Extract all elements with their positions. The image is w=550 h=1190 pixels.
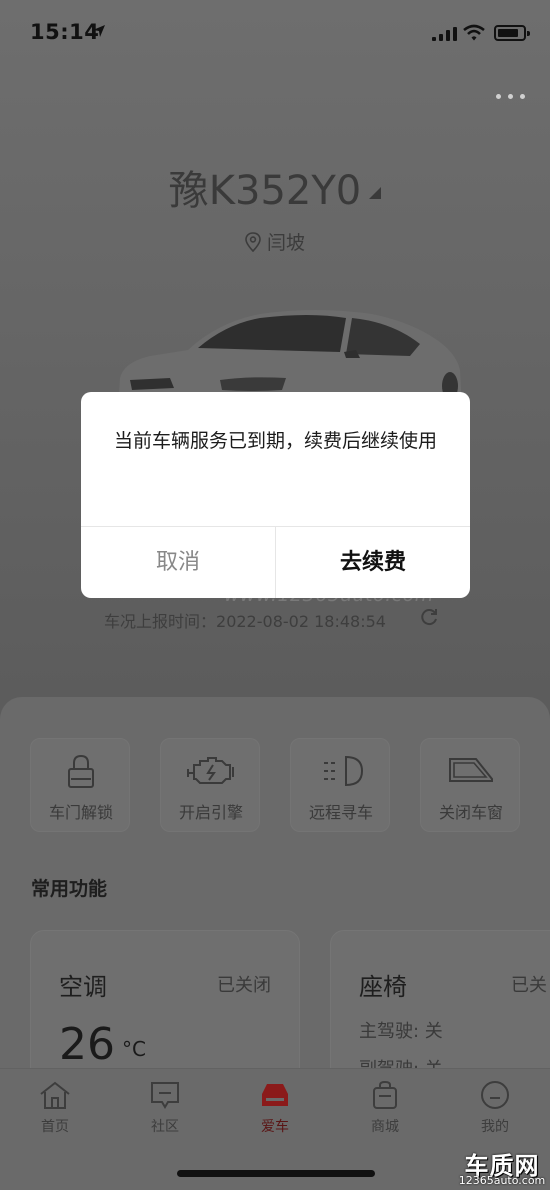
shop-bag-icon: [373, 1080, 397, 1109]
report-time-row: 车况上报时间：2022-08-02 18:48:54: [104, 608, 386, 632]
lock-icon: [68, 754, 94, 788]
start-engine-label: 开启引擎: [178, 803, 243, 822]
more-options-icon[interactable]: [496, 94, 526, 102]
unlock-doors-label: 车门解锁: [48, 803, 113, 822]
status-bar: 15:14: [0, 0, 550, 70]
tab-home[interactable]: 首页: [15, 1078, 95, 1136]
tab-shop[interactable]: 商城: [345, 1078, 425, 1136]
ac-title: 空调: [59, 973, 107, 1001]
brand-watermark-url: 12365auto.com: [458, 1174, 546, 1187]
vehicle-location: 闫坡: [0, 228, 550, 255]
tab-community-label: 社区: [151, 1119, 179, 1135]
window-icon: [449, 758, 493, 782]
tab-my-car-label: 爱车: [261, 1119, 289, 1135]
temperature-unit: °C: [122, 1037, 146, 1061]
renew-button[interactable]: 去续费: [276, 527, 470, 598]
brand-watermark: 车质网 12365auto.com: [454, 1146, 550, 1190]
seat-title: 座椅: [359, 973, 407, 1001]
community-icon: [151, 1082, 179, 1109]
common-functions-title: 常用功能: [31, 878, 108, 900]
status-time: 15:14: [30, 20, 100, 44]
cancel-button[interactable]: 取消: [81, 527, 275, 598]
tab-home-label: 首页: [41, 1119, 69, 1135]
engine-icon: [187, 757, 234, 784]
report-time: 2022-08-02 18:48:54: [216, 612, 386, 631]
dialog-message: 当前车辆服务已到期，续费后继续使用: [113, 430, 437, 452]
ac-temperature: 26: [59, 1019, 115, 1070]
license-plate-selector[interactable]: 豫K352Y0: [0, 158, 550, 216]
tab-profile[interactable]: 我的: [455, 1078, 535, 1136]
unlock-doors-button[interactable]: 车门解锁: [30, 738, 130, 832]
ac-status: 已关闭: [217, 975, 271, 996]
tab-profile-label: 我的: [481, 1119, 509, 1135]
find-car-button[interactable]: 远程寻车: [290, 738, 390, 832]
seat-status: 已关: [511, 975, 547, 996]
find-car-label: 远程寻车: [308, 803, 373, 822]
driver-seat-status: 主驾驶: 关: [359, 1021, 443, 1042]
close-windows-label: 关闭车窗: [438, 803, 503, 822]
renewal-dialog: 当前车辆服务已到期，续费后继续使用 取消 去续费: [81, 392, 470, 598]
headlight-icon: [324, 755, 364, 787]
close-windows-button[interactable]: 关闭车窗: [420, 738, 520, 832]
dropdown-caret-icon: [369, 187, 382, 199]
tab-shop-label: 商城: [371, 1119, 399, 1135]
home-indicator[interactable]: [177, 1170, 375, 1177]
wifi-icon: [463, 24, 485, 41]
tab-my-car[interactable]: 爱车: [235, 1078, 315, 1136]
refresh-icon[interactable]: [419, 607, 439, 627]
tab-community[interactable]: 社区: [125, 1078, 205, 1136]
location-name: 闫坡: [266, 232, 305, 254]
profile-icon: [481, 1081, 509, 1109]
location-arrow-icon: [93, 25, 105, 37]
car-icon: [262, 1084, 288, 1106]
map-pin-icon: [245, 232, 261, 252]
cellular-signal-icon: [432, 27, 457, 41]
start-engine-button[interactable]: 开启引擎: [160, 738, 260, 832]
battery-icon: [494, 25, 530, 41]
license-plate: 豫K352Y0: [168, 168, 362, 214]
report-label: 车况上报时间：: [104, 612, 217, 631]
home-icon: [40, 1081, 70, 1109]
